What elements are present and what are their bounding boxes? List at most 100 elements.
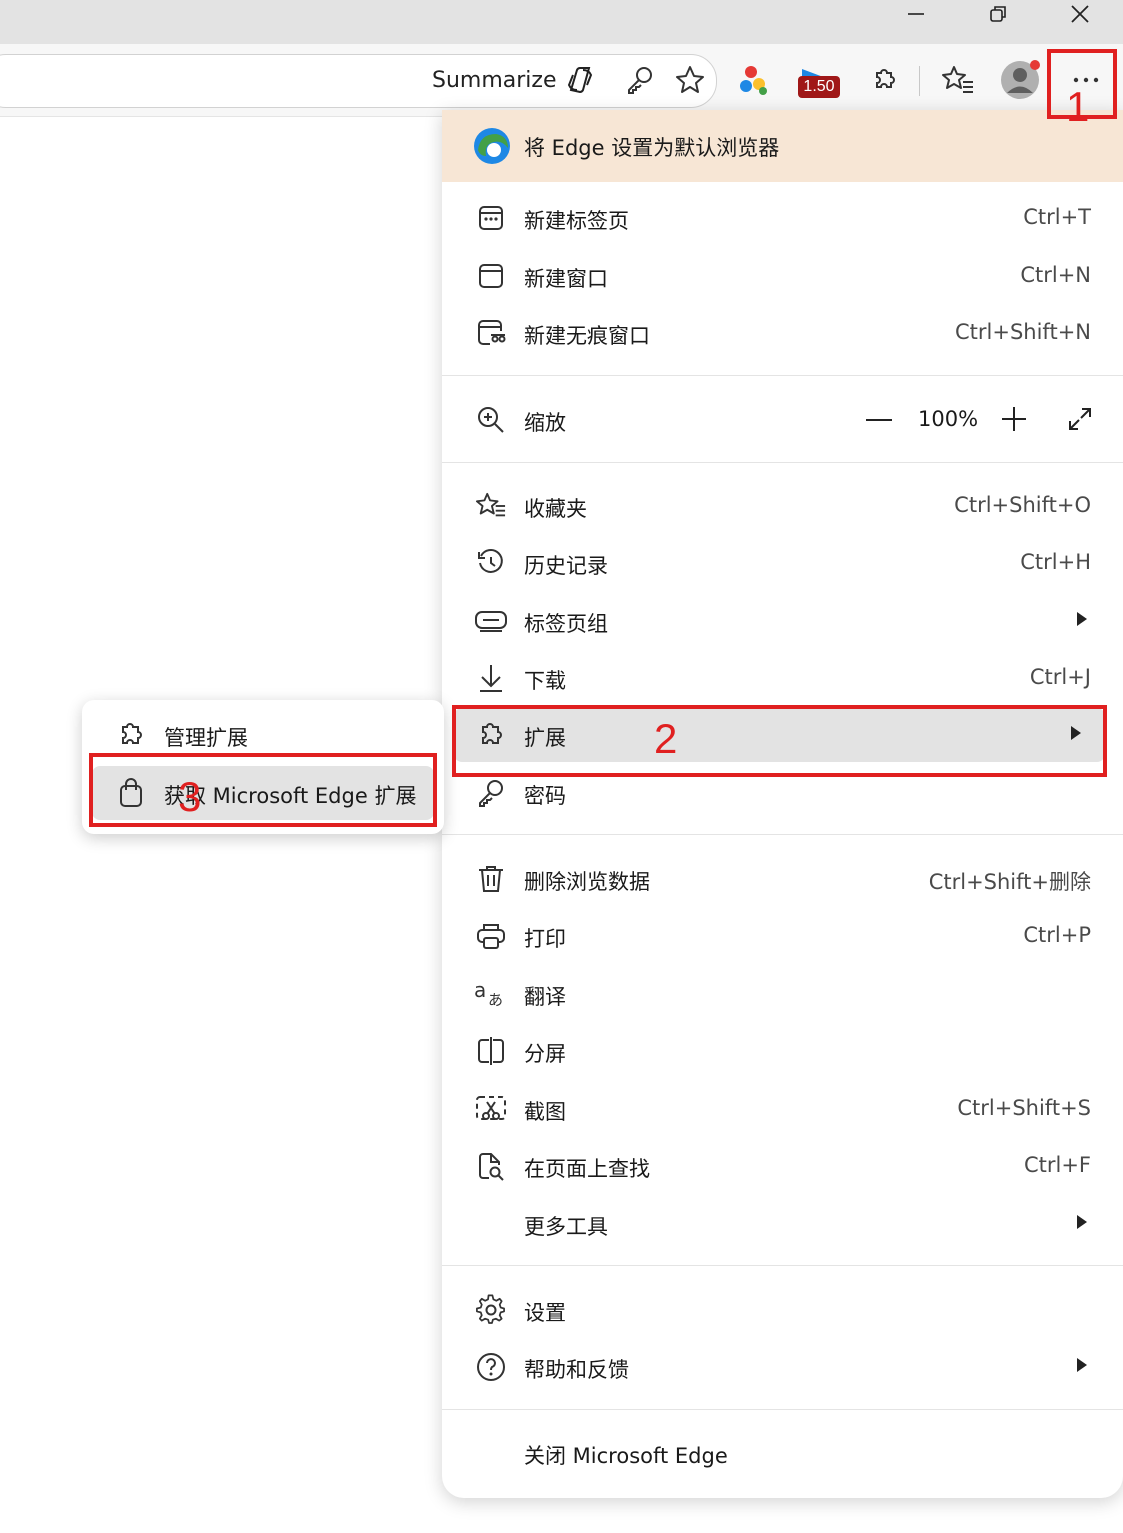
settings-and-more-menu: 将 Edge 设置为默认浏览器 新建标签页 Ctrl+T 新建窗口 Ctrl+N… bbox=[442, 110, 1123, 1498]
menu-item-close-edge[interactable]: 关闭 Microsoft Edge bbox=[442, 1426, 1123, 1480]
menu-item-shortcut: Ctrl+F bbox=[1023, 1153, 1091, 1177]
menu-item-new-inprivate-window[interactable]: 新建无痕窗口 Ctrl+Shift+N bbox=[442, 306, 1123, 360]
key-icon[interactable] bbox=[620, 60, 660, 100]
annotation-box-2 bbox=[452, 705, 1107, 777]
zoom-out-button[interactable] bbox=[866, 419, 892, 421]
summarize-label: Summarize bbox=[432, 67, 557, 93]
inprivate-window-icon bbox=[474, 317, 508, 349]
menu-separator bbox=[442, 375, 1123, 376]
favorites-list-icon[interactable] bbox=[938, 60, 978, 100]
help-icon bbox=[474, 1351, 508, 1383]
split-screen-icon bbox=[474, 1035, 508, 1067]
menu-item-shortcut: Ctrl+P bbox=[1023, 923, 1091, 947]
minimize-icon[interactable] bbox=[886, 0, 946, 28]
menu-item-downloads[interactable]: 下载 Ctrl+J bbox=[442, 651, 1123, 705]
download-icon bbox=[474, 662, 508, 694]
extensions-puzzle-icon bbox=[114, 719, 148, 751]
profile-avatar-icon[interactable] bbox=[1000, 60, 1040, 100]
settings-gear-icon bbox=[474, 1294, 508, 1326]
menu-item-zoom: 缩放 100% bbox=[442, 393, 1123, 447]
menu-item-settings[interactable]: 设置 bbox=[442, 1283, 1123, 1337]
summarize-button[interactable]: Summarize bbox=[432, 66, 597, 94]
find-on-page-icon bbox=[474, 1150, 508, 1182]
fullscreen-icon[interactable] bbox=[1066, 405, 1094, 433]
menu-item-translate[interactable]: aあ 翻译 bbox=[442, 967, 1123, 1021]
menu-item-shortcut: Ctrl+T bbox=[1023, 205, 1091, 229]
menu-item-shortcut: Ctrl+Shift+N bbox=[955, 320, 1091, 344]
menu-item-favorites[interactable]: 收藏夹 Ctrl+Shift+O bbox=[442, 479, 1123, 533]
zoom-label: 缩放 bbox=[524, 411, 566, 435]
menu-item-label: 新建标签页 bbox=[524, 209, 629, 233]
screenshot-icon bbox=[474, 1093, 508, 1125]
annotation-number-1: 1 bbox=[1066, 83, 1090, 130]
menu-item-label: 标签页组 bbox=[524, 612, 608, 636]
zoom-in-button[interactable] bbox=[1000, 405, 1028, 433]
copilot-icon bbox=[567, 67, 592, 94]
set-default-browser-banner[interactable]: 将 Edge 设置为默认浏览器 bbox=[442, 110, 1123, 182]
menu-item-label: 翻译 bbox=[524, 985, 566, 1009]
new-tab-icon bbox=[474, 202, 508, 234]
menu-item-new-tab[interactable]: 新建标签页 Ctrl+T bbox=[442, 191, 1123, 245]
menu-item-new-window[interactable]: 新建窗口 Ctrl+N bbox=[442, 249, 1123, 303]
annotation-number-3: 3 bbox=[178, 773, 202, 820]
svg-text:a: a bbox=[474, 979, 486, 1002]
submenu-arrow-icon bbox=[1077, 612, 1087, 626]
print-icon bbox=[474, 920, 508, 952]
menu-item-label: 新建无痕窗口 bbox=[524, 324, 650, 348]
menu-item-shortcut: Ctrl+N bbox=[1020, 263, 1091, 287]
password-icon bbox=[474, 777, 508, 809]
menu-item-split-screen[interactable]: 分屏 bbox=[442, 1024, 1123, 1078]
window-titlebar bbox=[0, 0, 1123, 44]
menu-item-label: 密码 bbox=[524, 784, 566, 808]
address-bar[interactable] bbox=[0, 54, 717, 108]
menu-item-label: 关闭 Microsoft Edge bbox=[524, 1444, 728, 1468]
menu-separator bbox=[442, 462, 1123, 463]
menu-item-label: 收藏夹 bbox=[524, 497, 587, 521]
favorite-star-icon[interactable] bbox=[670, 60, 710, 100]
menu-item-more-tools[interactable]: 更多工具 bbox=[442, 1197, 1123, 1251]
zoom-value: 100% bbox=[918, 407, 979, 431]
menu-item-clear-browsing-data[interactable]: 删除浏览数据 Ctrl+Shift+删除 bbox=[442, 852, 1123, 906]
menu-item-screenshot[interactable]: 截图 Ctrl+Shift+S bbox=[442, 1082, 1123, 1136]
menu-item-label: 分屏 bbox=[524, 1042, 566, 1066]
annotation-box-3 bbox=[89, 753, 437, 827]
favorites-icon bbox=[474, 490, 508, 522]
menu-item-label: 更多工具 bbox=[524, 1215, 608, 1239]
menu-item-tab-groups[interactable]: 标签页组 bbox=[442, 594, 1123, 648]
menu-item-label: 设置 bbox=[524, 1301, 566, 1325]
menu-item-label: 删除浏览数据 bbox=[524, 870, 650, 894]
menu-item-find-on-page[interactable]: 在页面上查找 Ctrl+F bbox=[442, 1139, 1123, 1193]
menu-item-label: 历史记录 bbox=[524, 554, 608, 578]
translate-icon: aあ bbox=[474, 978, 508, 1010]
tab-groups-icon bbox=[474, 605, 508, 637]
extension-colorful-icon[interactable] bbox=[734, 60, 774, 100]
menu-item-shortcut: Ctrl+H bbox=[1020, 550, 1091, 574]
menu-item-help-feedback[interactable]: 帮助和反馈 bbox=[442, 1340, 1123, 1394]
menu-item-shortcut: Ctrl+J bbox=[1029, 665, 1091, 689]
menu-item-shortcut: Ctrl+Shift+删除 bbox=[928, 870, 1091, 894]
new-window-icon bbox=[474, 260, 508, 292]
annotation-number-2: 2 bbox=[654, 715, 678, 762]
extensions-puzzle-icon[interactable] bbox=[864, 60, 904, 100]
menu-item-label: 新建窗口 bbox=[524, 267, 608, 291]
menu-item-label: 下载 bbox=[524, 669, 566, 693]
submenu-item-label: 管理扩展 bbox=[164, 726, 248, 750]
trash-icon bbox=[474, 863, 508, 895]
menu-item-print[interactable]: 打印 Ctrl+P bbox=[442, 909, 1123, 963]
menu-item-history[interactable]: 历史记录 Ctrl+H bbox=[442, 536, 1123, 590]
menu-item-shortcut: Ctrl+Shift+O bbox=[954, 493, 1091, 517]
menu-item-label: 在页面上查找 bbox=[524, 1157, 650, 1181]
close-icon[interactable] bbox=[1050, 0, 1110, 28]
browser-toolbar: Summarize bbox=[0, 44, 1123, 117]
menu-separator bbox=[442, 834, 1123, 835]
menu-separator bbox=[442, 1409, 1123, 1410]
toolbar-separator bbox=[919, 66, 920, 96]
zoom-in-icon bbox=[474, 404, 508, 436]
restore-icon[interactable] bbox=[968, 0, 1028, 28]
menu-separator bbox=[442, 1265, 1123, 1266]
history-icon bbox=[474, 547, 508, 579]
submenu-arrow-icon bbox=[1077, 1215, 1087, 1229]
svg-text:あ: あ bbox=[488, 991, 503, 1009]
menu-item-shortcut: Ctrl+Shift+S bbox=[957, 1096, 1091, 1120]
menu-item-label: 截图 bbox=[524, 1100, 566, 1124]
